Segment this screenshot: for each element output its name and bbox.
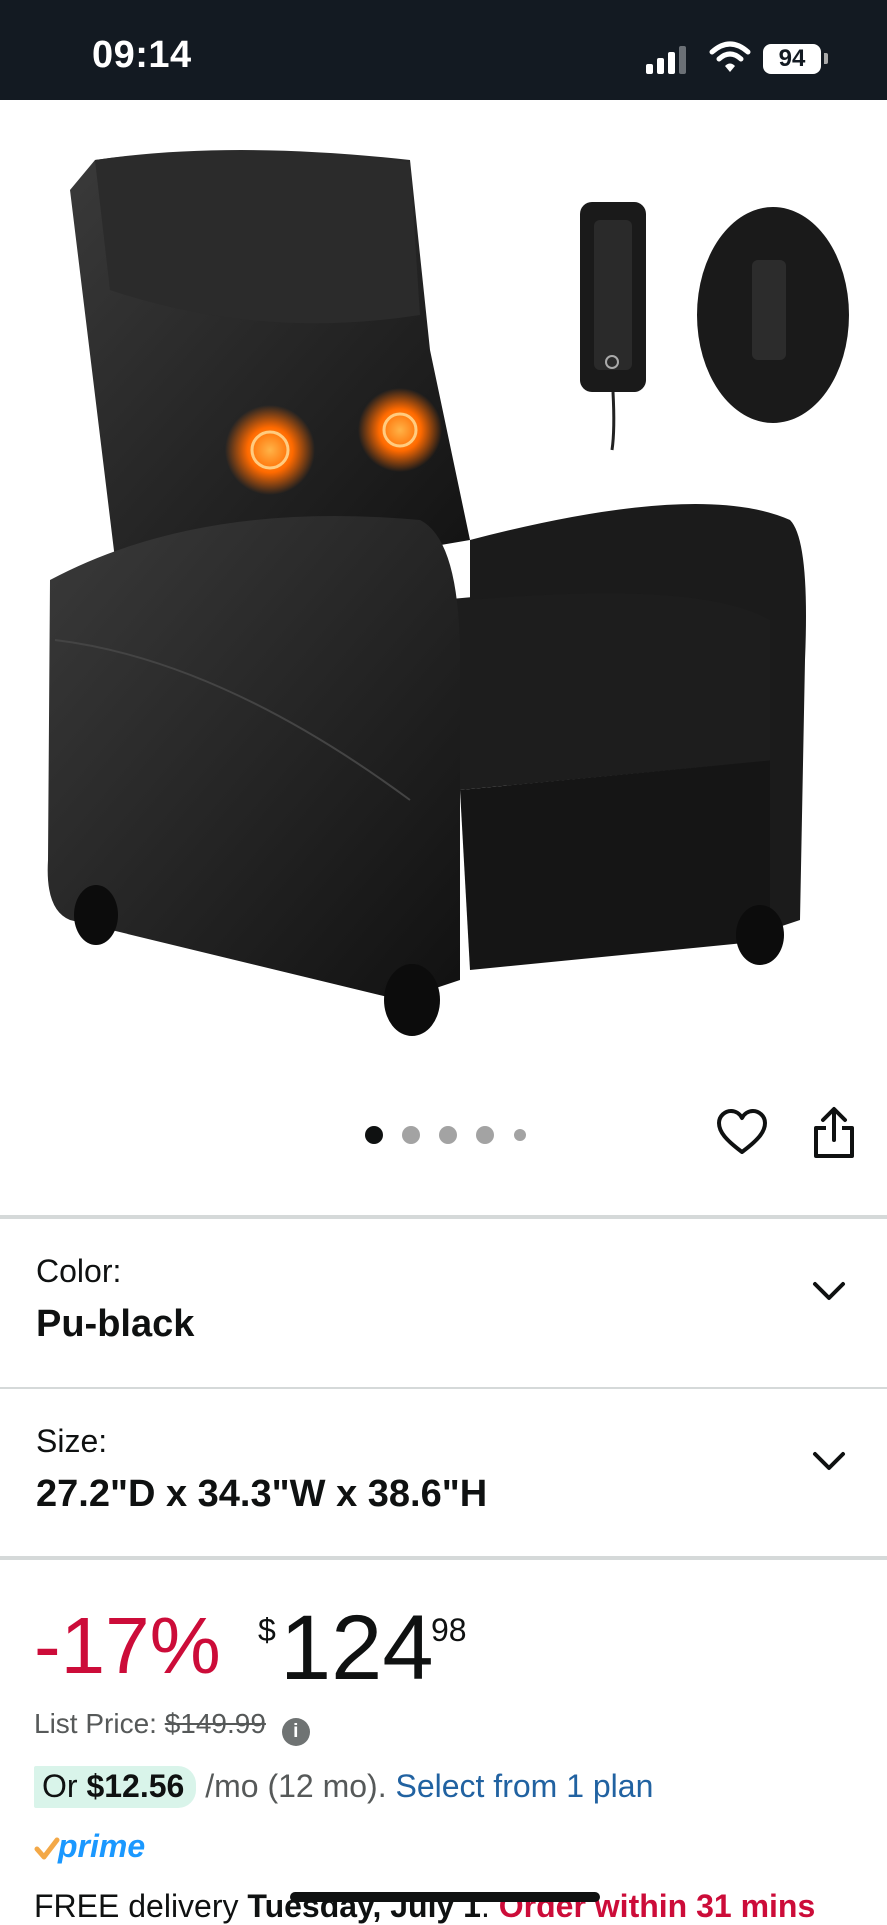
pagination-dot[interactable] [402,1126,420,1144]
price-currency: $ [258,1612,276,1648]
list-price-value: $149.99 [164,1708,266,1739]
chevron-down-icon[interactable] [811,1279,847,1303]
wifi-icon [709,41,751,72]
prime-logo-text: prime [58,1828,146,1864]
installment-pill: Or $12.56 [34,1766,197,1808]
status-time: 09:14 [92,34,192,76]
select-plan-link[interactable]: Select from 1 plan [395,1768,653,1804]
installment-amount: $12.56 [86,1768,185,1804]
price-fraction: 98 [431,1612,467,1648]
installment-terms: /mo (12 mo). [205,1768,387,1804]
size-selector[interactable]: Size: 27.2"D x 34.3"W x 38.6"H [0,1389,887,1557]
list-price-label: List Price: [34,1708,157,1739]
pagination-dot[interactable] [514,1129,526,1141]
size-label: Size: [36,1423,108,1459]
delivery-prefix: FREE delivery [34,1888,239,1924]
pagination-dot[interactable] [476,1126,494,1144]
battery-tip [824,53,828,64]
pagination-dot-active[interactable] [365,1126,383,1144]
color-label: Color: [36,1253,122,1289]
battery-indicator: 94 [763,44,821,74]
favorite-heart-icon[interactable] [716,1108,768,1156]
product-image[interactable] [0,100,887,1100]
size-value: 27.2"D x 34.3"W x 38.6"H [36,1473,488,1515]
prime-check-icon [34,1837,60,1860]
share-icon[interactable] [810,1106,858,1160]
color-value: Pu-black [36,1303,195,1345]
section-divider [0,1556,887,1560]
discount-percent: -17% [34,1601,221,1690]
chevron-down-icon[interactable] [811,1449,847,1473]
color-selector[interactable]: Color: Pu-black [0,1219,887,1387]
home-indicator[interactable] [290,1892,600,1902]
status-bar: 09:14 94 [0,0,887,100]
pagination-dot[interactable] [439,1126,457,1144]
installment-prefix: Or [42,1768,78,1804]
info-icon[interactable]: i [281,1718,310,1746]
price-whole: 124 [280,1597,434,1699]
list-price: List Price: $149.99 i [34,1708,310,1746]
cellular-signal-icon [646,46,692,74]
installment-offer: Or $12.56 /mo (12 mo). Select from 1 pla… [34,1766,653,1808]
